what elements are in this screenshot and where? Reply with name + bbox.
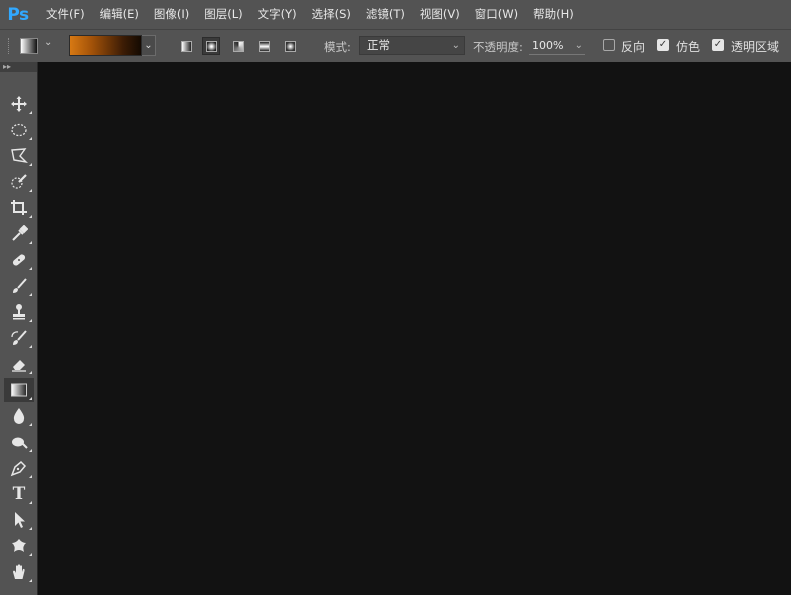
clone-stamp-tool[interactable] bbox=[4, 300, 34, 324]
gradient-tool-icon bbox=[11, 383, 27, 397]
blur-tool[interactable] bbox=[4, 404, 34, 428]
angle-gradient-icon bbox=[232, 40, 244, 52]
radial-gradient-icon bbox=[205, 40, 217, 52]
linear-gradient-icon bbox=[180, 40, 192, 52]
menu-type[interactable]: 文字(Y) bbox=[252, 0, 303, 29]
polygonal-lasso-icon bbox=[11, 148, 28, 164]
menu-image[interactable]: 图像(I) bbox=[148, 0, 195, 29]
brush-tool[interactable] bbox=[4, 274, 34, 298]
mode-value: 正常 bbox=[367, 38, 390, 52]
reflected-gradient-icon bbox=[258, 40, 270, 52]
options-bar-grip[interactable] bbox=[8, 38, 12, 54]
clone-stamp-icon bbox=[13, 304, 25, 320]
chevron-down-icon: ⌄ bbox=[451, 40, 460, 51]
custom-shape-icon bbox=[12, 539, 26, 552]
diamond-gradient-button[interactable] bbox=[281, 37, 299, 55]
move-tool[interactable] bbox=[4, 92, 34, 116]
menu-select[interactable]: 选择(S) bbox=[306, 0, 357, 29]
chevron-down-icon[interactable]: ⌄ bbox=[575, 36, 583, 55]
options-bar: ⌄ ⌄ 模式: 正常 ⌄ 不透明度: 100% ⌄ 反向 ✓ 仿色 ✓ 透明区域 bbox=[0, 29, 791, 62]
history-brush-tool[interactable] bbox=[4, 326, 34, 350]
radial-gradient-button[interactable] bbox=[202, 37, 220, 55]
linear-gradient-button[interactable] bbox=[177, 37, 195, 55]
tool-preset-picker-icon[interactable] bbox=[20, 38, 38, 54]
menu-layer[interactable]: 图层(L) bbox=[198, 0, 248, 29]
dither-label: 仿色 bbox=[676, 40, 701, 54]
menu-filter[interactable]: 滤镜(T) bbox=[360, 0, 411, 29]
move-tool-icon bbox=[11, 96, 27, 112]
quick-selection-icon bbox=[11, 174, 27, 189]
menu-bar: Ps 文件(F) 编辑(E) 图像(I) 图层(L) 文字(Y) 选择(S) 滤… bbox=[0, 0, 791, 29]
document-canvas-area[interactable] bbox=[39, 62, 791, 595]
quick-selection-tool[interactable] bbox=[4, 170, 34, 194]
eraser-tool[interactable] bbox=[4, 352, 34, 376]
reverse-label: 反向 bbox=[621, 40, 646, 54]
path-selection-tool[interactable] bbox=[4, 508, 34, 532]
opacity-input[interactable]: 100% ⌄ bbox=[529, 36, 585, 55]
menu-window[interactable]: 窗口(W) bbox=[469, 0, 524, 29]
gradient-editor-swatch[interactable] bbox=[69, 35, 142, 56]
app-logo: Ps bbox=[7, 4, 29, 25]
marquee-tool[interactable] bbox=[4, 118, 34, 142]
menu-help[interactable]: 帮助(H) bbox=[527, 0, 580, 29]
dither-checkbox[interactable]: ✓ bbox=[657, 39, 669, 51]
gradient-tool[interactable] bbox=[4, 378, 34, 402]
opacity-label: 不透明度: bbox=[473, 40, 523, 54]
dodge-tool[interactable] bbox=[4, 430, 34, 454]
transparency-label: 透明区域 bbox=[731, 40, 780, 54]
blur-icon bbox=[13, 408, 25, 424]
menu-file[interactable]: 文件(F) bbox=[40, 0, 91, 29]
ellipse-marquee-icon bbox=[11, 123, 27, 137]
crop-icon bbox=[11, 200, 27, 215]
diamond-gradient-icon bbox=[284, 40, 296, 52]
reverse-checkbox[interactable] bbox=[603, 39, 615, 51]
history-brush-icon bbox=[11, 330, 27, 345]
type-icon: T bbox=[12, 484, 26, 504]
hand-icon bbox=[13, 564, 25, 579]
menu-view[interactable]: 视图(V) bbox=[414, 0, 466, 29]
gradient-picker-dropdown[interactable]: ⌄ bbox=[142, 35, 156, 56]
mode-select[interactable]: 正常 ⌄ bbox=[359, 36, 465, 55]
eyedropper-tool[interactable] bbox=[4, 222, 34, 246]
mode-label: 模式: bbox=[324, 40, 351, 54]
chevron-down-icon[interactable]: ⌄ bbox=[44, 37, 52, 48]
transparency-checkbox[interactable]: ✓ bbox=[712, 39, 724, 51]
lasso-tool[interactable] bbox=[4, 144, 34, 168]
pen-icon bbox=[10, 460, 27, 477]
healing-brush-icon bbox=[12, 254, 26, 266]
crop-tool[interactable] bbox=[4, 196, 34, 220]
eraser-icon bbox=[12, 360, 26, 372]
custom-shape-tool[interactable] bbox=[4, 534, 34, 558]
angle-gradient-button[interactable] bbox=[229, 37, 247, 55]
menu-edit[interactable]: 编辑(E) bbox=[94, 0, 145, 29]
path-selection-icon bbox=[15, 512, 25, 528]
type-tool[interactable]: T bbox=[4, 482, 34, 506]
opacity-value: 100% bbox=[532, 39, 564, 52]
pen-tool[interactable] bbox=[4, 456, 34, 480]
hand-tool[interactable] bbox=[4, 560, 34, 584]
dodge-icon bbox=[12, 437, 28, 449]
reflected-gradient-button[interactable] bbox=[255, 37, 273, 55]
eyedropper-icon bbox=[12, 225, 28, 241]
toolbox: ▸▸ T bbox=[0, 62, 38, 595]
healing-brush-tool[interactable] bbox=[4, 248, 34, 272]
brush-icon bbox=[13, 278, 27, 293]
toolbox-collapse-icon[interactable]: ▸▸ bbox=[0, 62, 37, 72]
